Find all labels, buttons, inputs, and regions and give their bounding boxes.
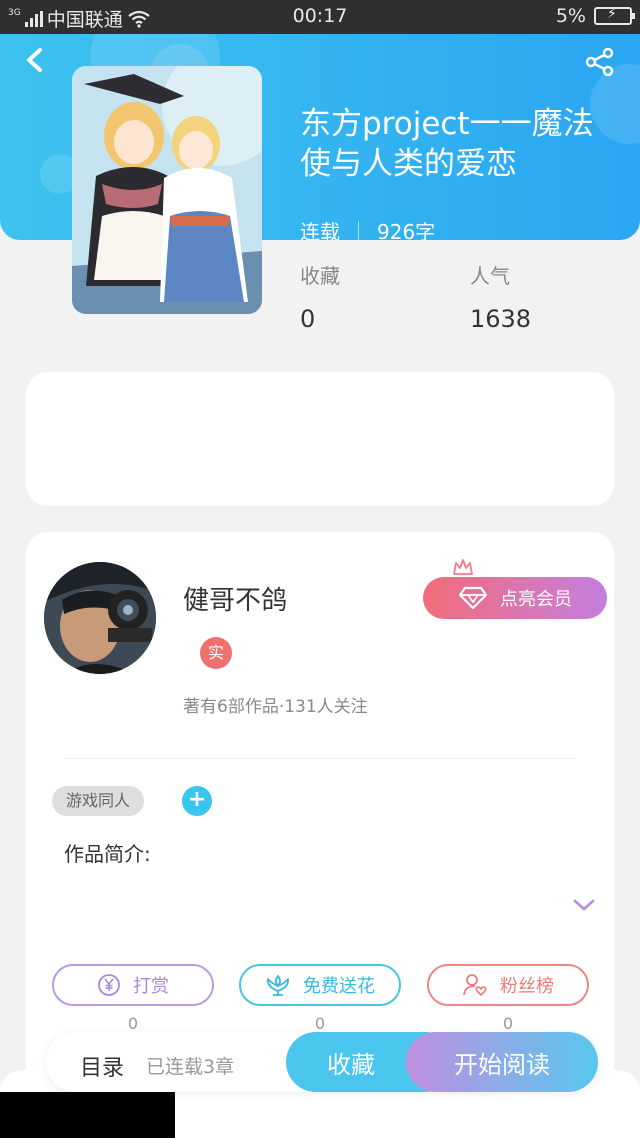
status-bar: 3G 中国联通 00:17 5% ⚡ (0, 0, 640, 34)
send-flower-button[interactable]: 免费送花 (239, 964, 401, 1006)
status-right: 5% ⚡ (555, 5, 635, 27)
verified-badge: 实 (200, 637, 232, 669)
back-button[interactable] (20, 42, 50, 78)
author-avatar[interactable] (44, 562, 156, 674)
chapter-count: 已连载3章 (146, 1056, 235, 1078)
favorites-label: 收藏 (300, 264, 340, 288)
word-count: 926字 (377, 220, 436, 240)
fans-count: 0 (502, 1014, 514, 1033)
fans-label: 粉丝榜 (500, 976, 554, 997)
book-cover[interactable] (72, 66, 262, 314)
clock: 00:17 (292, 5, 348, 27)
read-label: 开始阅读 (454, 1050, 550, 1079)
author-name[interactable]: 健哥不鸽 (183, 580, 287, 617)
empty-card (26, 372, 614, 506)
chevron-down-icon[interactable] (572, 896, 596, 914)
book-cover-image (72, 66, 262, 314)
author-summary: 著有6部作品·131人关注 (183, 697, 368, 717)
yen-icon (98, 974, 120, 996)
fans-ranking-button[interactable]: 粉丝榜 (427, 964, 589, 1006)
share-button[interactable] (584, 46, 616, 78)
toc-button[interactable]: 目录 (80, 1050, 124, 1082)
avatar-image (44, 562, 156, 674)
start-reading-button[interactable]: 开始阅读 (406, 1032, 598, 1092)
popularity-value: 1638 (470, 305, 532, 333)
chevron-left-icon (27, 48, 42, 72)
flower-icon (267, 975, 289, 996)
redacted-block (0, 1092, 175, 1138)
reward-button[interactable]: 打赏 (52, 964, 214, 1006)
favorites-stat: 收藏 0 (300, 260, 340, 333)
reward-label: 打赏 (133, 976, 169, 997)
vip-button[interactable]: 点亮会员 (423, 577, 607, 619)
reward-count: 0 (127, 1014, 139, 1033)
collect-label: 收藏 (327, 1050, 375, 1079)
meta-divider (358, 220, 359, 240)
battery-icon: ⚡ (594, 6, 635, 25)
popularity-stat: 人气 1638 (470, 260, 531, 333)
battery-percent: 5% (555, 5, 586, 27)
flower-count: 0 (314, 1014, 326, 1033)
share-icon (585, 47, 614, 77)
crown-icon (453, 559, 473, 575)
user-heart-icon (463, 974, 487, 997)
add-tag-button[interactable]: + (182, 786, 212, 816)
divider (64, 758, 576, 759)
tag-chip[interactable]: 游戏同人 (52, 786, 145, 816)
flower-label: 免费送花 (303, 976, 375, 997)
vip-label: 点亮会员 (500, 589, 572, 610)
serial-status: 连载 (300, 220, 340, 240)
intro-label: 作品简介: (64, 842, 151, 866)
favorites-value: 0 (300, 305, 316, 333)
diamond-icon (458, 586, 488, 610)
book-title: 东方project一一魔法使与人类的爱恋 (300, 106, 594, 182)
popularity-label: 人气 (470, 264, 510, 288)
book-meta: 连载 926字 (300, 216, 435, 240)
